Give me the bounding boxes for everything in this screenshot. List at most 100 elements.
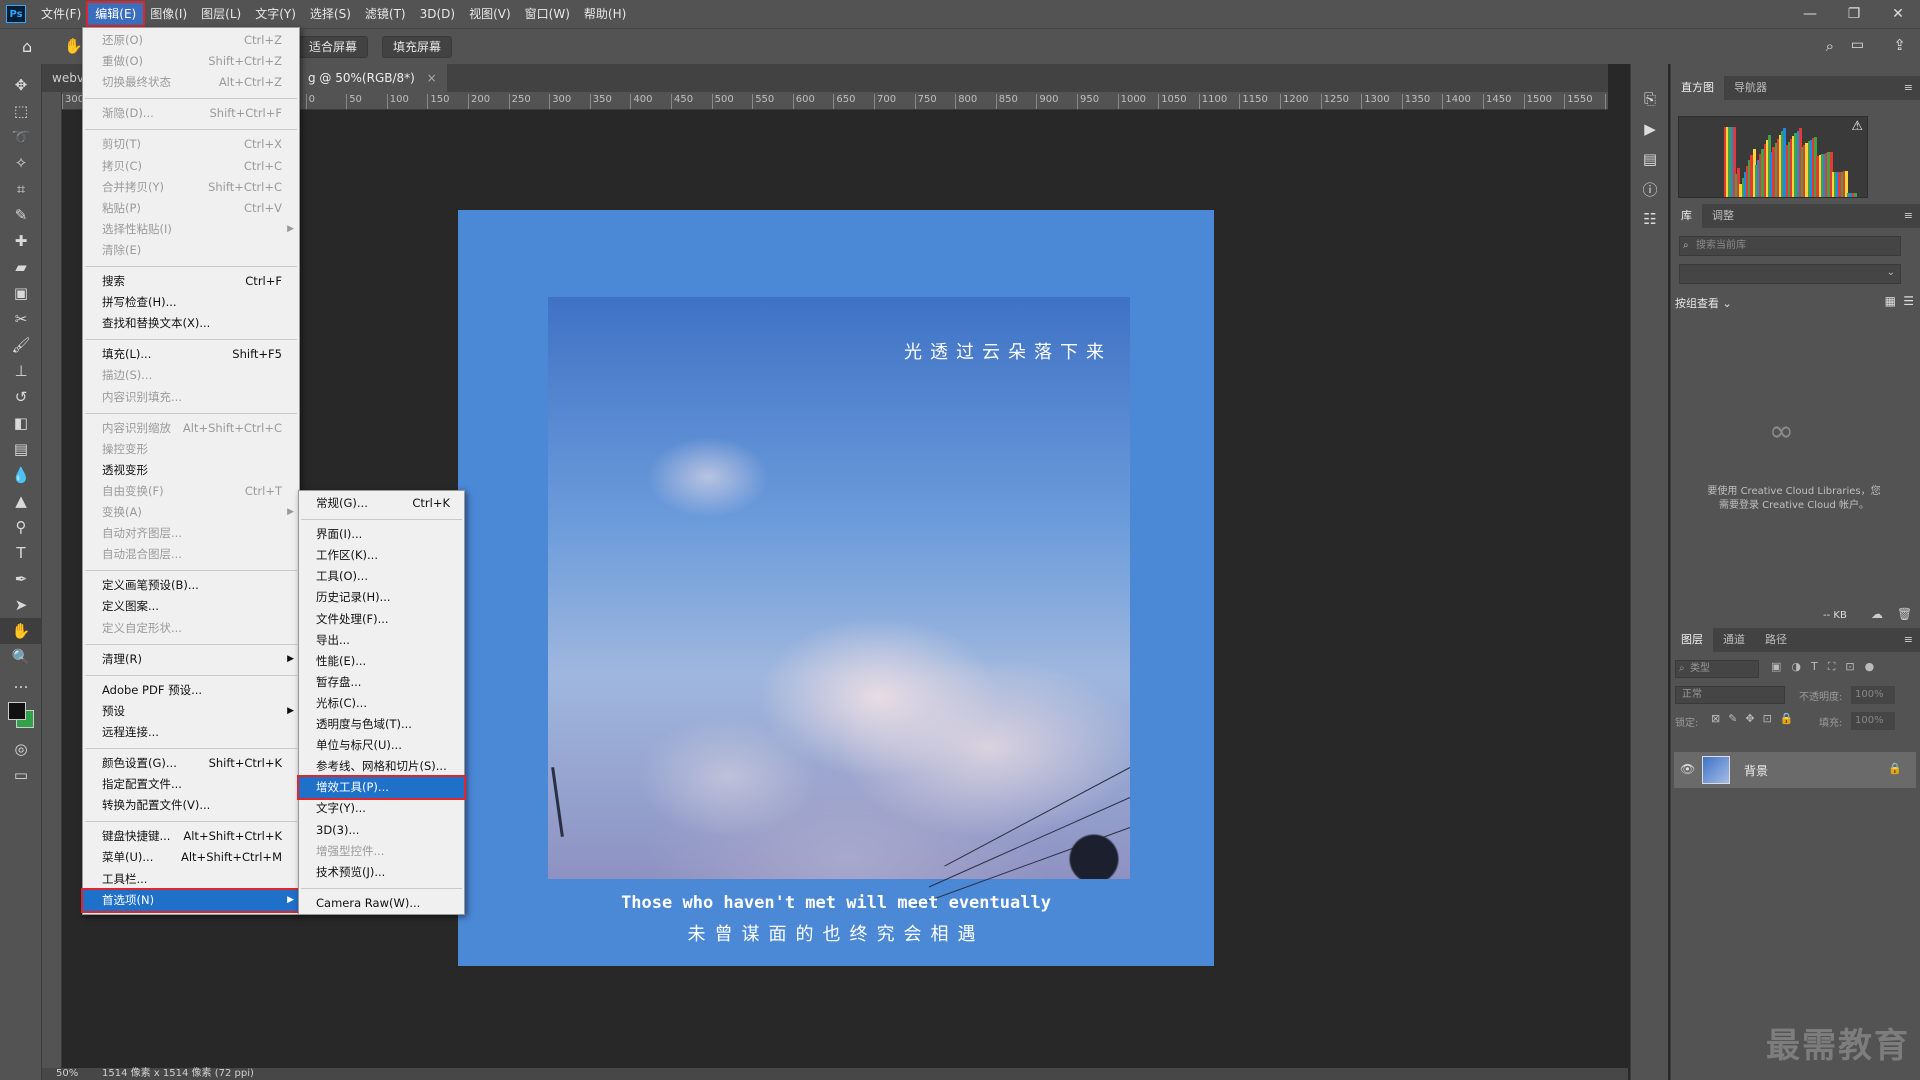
menu-item[interactable]: 文字(Y)... (299, 798, 464, 819)
menu-item[interactable]: Camera Raw(W)... (299, 893, 464, 914)
library-search-input[interactable]: ⌕ 搜索当前库 (1679, 236, 1901, 256)
tab-channels[interactable]: 通道 (1713, 628, 1755, 652)
menu-item[interactable]: 光标(C)... (299, 693, 464, 714)
menu-item[interactable]: 性能(E)... (299, 651, 464, 672)
menu-item[interactable]: Adobe PDF 预设... (83, 680, 299, 701)
menu-item[interactable]: 菜单(U)... Alt+Shift+Ctrl+M (83, 847, 299, 868)
menu-4[interactable]: 文字(Y) (248, 3, 303, 25)
lock-icons[interactable]: ⊠✎✥⊡🔒 (1711, 712, 1802, 725)
type-tool-icon[interactable]: T (0, 540, 42, 566)
tab-navigator[interactable]: 导航器 (1724, 76, 1777, 100)
tab-layers[interactable]: 图层 (1671, 628, 1713, 652)
tab-histogram[interactable]: 直方图 (1671, 76, 1724, 100)
brush-tool-icon[interactable]: 🖌 (0, 332, 42, 358)
blur-tool-icon[interactable]: 💧 (0, 462, 42, 488)
home-icon[interactable]: ⌂ (22, 37, 32, 56)
color-swatches[interactable] (0, 696, 42, 736)
move-tool-icon[interactable]: ✥ (0, 72, 42, 98)
cloud-sync-icon[interactable]: ☁ (1871, 607, 1883, 621)
menu-item[interactable]: 历史记录(H)... (299, 587, 464, 608)
path-selection-tool-icon[interactable]: ➤ (0, 592, 42, 618)
blend-mode-select[interactable]: 正常 (1675, 686, 1785, 704)
patch-tool-icon[interactable]: ▰ (0, 254, 42, 280)
panel-menu-icon[interactable]: ≡ (1894, 628, 1920, 652)
screen-mode-icon[interactable]: ▭ (0, 762, 42, 788)
menu-item[interactable]: 工作区(K)... (299, 545, 464, 566)
menu-item[interactable]: 转换为配置文件(V)... (83, 795, 299, 816)
magic-wand-tool-icon[interactable]: ✧ (0, 150, 42, 176)
minimize-button[interactable]: — (1788, 0, 1832, 28)
restore-button[interactable]: ❐ (1832, 0, 1876, 28)
zoom-level[interactable]: 50% (56, 1068, 78, 1080)
close-tab-icon[interactable]: × (427, 71, 437, 85)
fill-input[interactable]: 100% (1851, 712, 1895, 730)
zoom-tool-icon[interactable]: 🔍 (0, 644, 42, 670)
menu-7[interactable]: 3D(D) (413, 3, 462, 25)
menu-6[interactable]: 滤镜(T) (358, 3, 413, 25)
menu-item[interactable]: 技术预览(J)... (299, 862, 464, 883)
menu-item[interactable]: 颜色设置(G)... Shift+Ctrl+K (83, 753, 299, 774)
fill-screen-button[interactable]: 填充屏幕 (382, 36, 453, 58)
frame-tool-icon[interactable]: ▣ (0, 280, 42, 306)
search-icon[interactable]: ⌕ (1826, 37, 1834, 55)
history-brush-tool-icon[interactable]: ↺ (0, 384, 42, 410)
menu-item[interactable]: 3D(3)... (299, 820, 464, 841)
history-panel-icon[interactable]: ⎘ (1631, 84, 1669, 114)
menu-item[interactable]: 工具(O)... (299, 566, 464, 587)
eraser-tool-icon[interactable]: ◧ (0, 410, 42, 436)
menu-item[interactable]: 键盘快捷键... Alt+Shift+Ctrl+K (83, 826, 299, 847)
list-view-icon[interactable]: ☰ (1903, 294, 1914, 308)
crop-tool-icon[interactable]: ⌗ (0, 176, 42, 202)
opacity-input[interactable]: 100% (1851, 686, 1895, 704)
tab-libraries[interactable]: 库 (1671, 204, 1702, 228)
menu-item[interactable]: 定义画笔预设(B)... (83, 575, 299, 596)
trash-icon[interactable]: 🗑 (1897, 607, 1912, 621)
menu-0[interactable]: 文件(F) (34, 3, 88, 25)
menu-item[interactable]: 透视变形 (83, 460, 299, 481)
group-view-dropdown[interactable]: 按组查看 ⌄ (1675, 295, 1732, 311)
menu-item[interactable]: 拼写检查(H)... (83, 292, 299, 313)
menu-item[interactable]: 透明度与色域(T)... (299, 714, 464, 735)
layer-filter-select[interactable]: ⌕ 类型 (1675, 660, 1759, 678)
menu-item[interactable]: 界面(I)... (299, 524, 464, 545)
info-panel-icon[interactable]: ⓘ (1631, 174, 1669, 204)
sharpen-tool-icon[interactable]: ▲ (0, 488, 42, 514)
menu-5[interactable]: 选择(S) (303, 3, 358, 25)
menu-item[interactable]: 工具栏... (83, 869, 299, 890)
hand-tool-icon[interactable]: ✋ (64, 37, 83, 55)
menu-9[interactable]: 窗口(W) (518, 3, 577, 25)
warning-icon[interactable]: ⚠ (1851, 119, 1863, 134)
clone-stamp-tool-icon[interactable]: ⊥ (0, 358, 42, 384)
pen-tool-icon[interactable]: ✒ (0, 566, 42, 592)
fit-screen-button[interactable]: 适合屏幕 (298, 36, 369, 58)
close-button[interactable]: ✕ (1876, 0, 1920, 28)
tab-adjustments[interactable]: 调整 (1702, 204, 1744, 228)
menu-item[interactable]: 预设 ▶ (83, 701, 299, 722)
menu-item[interactable]: 单位与标尺(U)... (299, 735, 464, 756)
menu-item[interactable]: 指定配置文件... (83, 774, 299, 795)
workspace-icon[interactable]: ▭ (1851, 37, 1864, 53)
panel-menu-icon[interactable]: ≡ (1894, 76, 1920, 100)
library-select[interactable]: ⌄ (1679, 264, 1901, 284)
more-tools-icon[interactable]: … (0, 670, 42, 696)
lasso-tool-icon[interactable]: ➰ (0, 124, 42, 150)
menu-item[interactable]: 搜索 Ctrl+F (83, 271, 299, 292)
layer-row-background[interactable]: 👁 背景 🔒 (1674, 752, 1916, 788)
menu-3[interactable]: 图层(L) (194, 3, 248, 25)
eyedropper-tool-icon[interactable]: ✎ (0, 202, 42, 228)
marquee-tool-icon[interactable]: ⬚ (0, 98, 42, 124)
panel-menu-icon[interactable]: ≡ (1894, 204, 1920, 228)
dodge-tool-icon[interactable]: ⚲ (0, 514, 42, 540)
menu-item[interactable]: 查找和替换文本(X)... (83, 313, 299, 334)
menu-10[interactable]: 帮助(H) (577, 3, 633, 25)
menu-item[interactable]: 远程连接... (83, 722, 299, 743)
actions-panel-icon[interactable]: ▶ (1631, 114, 1669, 144)
menu-item[interactable]: 文件处理(F)... (299, 609, 464, 630)
menu-item[interactable]: 常规(G)... Ctrl+K (299, 493, 464, 514)
menu-1[interactable]: 编辑(E) (86, 1, 146, 27)
menu-item[interactable]: 暂存盘... (299, 672, 464, 693)
tab-paths[interactable]: 路径 (1755, 628, 1797, 652)
eye-icon[interactable]: 👁 (1680, 762, 1695, 776)
share-icon[interactable]: ⇪ (1893, 36, 1906, 54)
quick-mask-icon[interactable]: ◎ (0, 736, 42, 762)
